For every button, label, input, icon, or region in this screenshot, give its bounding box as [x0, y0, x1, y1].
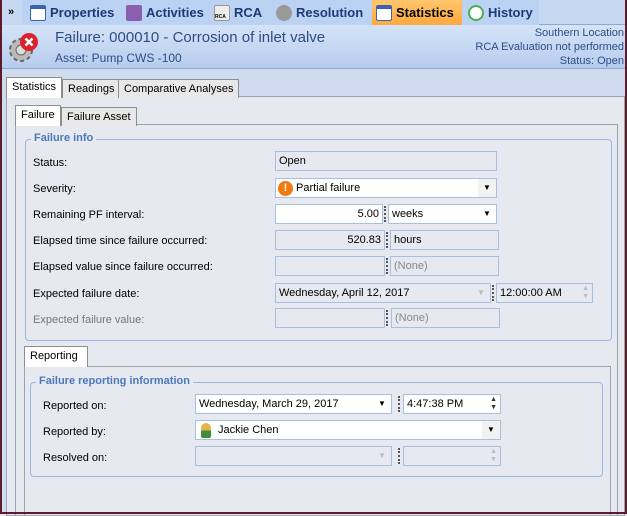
pf-unit-select[interactable]: weeks ▼ [388, 204, 497, 224]
tab-rca[interactable]: RCA RCA [210, 0, 266, 25]
splitter-handle[interactable] [386, 258, 388, 274]
expected-value-field [275, 308, 385, 328]
tab-properties[interactable]: Properties [26, 0, 118, 25]
splitter-handle[interactable] [386, 310, 388, 326]
collapse-chevron-icon[interactable]: » [0, 0, 22, 25]
chevron-down-icon[interactable]: ▼ [373, 395, 391, 413]
tab-failure-asset[interactable]: Failure Asset [61, 107, 137, 126]
elapsed-value-field [275, 256, 385, 276]
chevron-down-icon[interactable]: ▼ [478, 179, 496, 197]
severity-label: Severity: [33, 183, 76, 195]
tab-activities[interactable]: Activities [122, 0, 208, 25]
pf-interval-label: Remaining PF interval: [33, 209, 145, 221]
spinner-icon[interactable]: ▲ ▼ [490, 396, 497, 412]
elapsed-time-label: Elapsed time since failure occurred: [33, 235, 208, 247]
expected-date-field: Wednesday, April 12, 2017 ▼ [275, 283, 491, 303]
elapsed-value-unit: (None) [390, 256, 499, 276]
toolbar: » Properties Activities RCA RCA Resolutio… [0, 0, 627, 25]
warning-icon: ! [278, 181, 293, 196]
rca-status: RCA Evaluation not performed [475, 41, 624, 53]
tab-history[interactable]: History [464, 0, 537, 25]
chevron-down-icon: ▼ [378, 451, 386, 460]
chevron-down-icon[interactable]: ▼ [478, 205, 496, 223]
tab-failure[interactable]: Failure [15, 105, 61, 126]
properties-icon [30, 4, 46, 21]
resolved-on-label: Resolved on: [43, 452, 108, 464]
reported-by-select[interactable]: Jackie Chen ▼ [195, 420, 501, 440]
failure-error-icon [9, 33, 38, 62]
resolved-on-time-input: ▲ ▼ [403, 446, 501, 466]
tab-readings[interactable]: Readings [62, 79, 121, 98]
splitter-handle[interactable] [398, 448, 400, 464]
splitter-handle[interactable] [386, 232, 388, 248]
group-title: Failure reporting information [36, 375, 193, 387]
severity-select[interactable]: ! Partial failure ▼ [275, 178, 497, 198]
asset-name: Asset: Pump CWS -100 [55, 51, 182, 65]
spinner-icon: ▲ ▼ [582, 285, 589, 300]
splitter-handle[interactable] [398, 396, 400, 412]
clock-icon [468, 4, 484, 21]
tab-reporting[interactable]: Reporting [24, 346, 88, 367]
expected-time-field: 12:00:00 AM ▲ ▼ [496, 283, 593, 303]
reported-on-label: Reported on: [43, 400, 107, 412]
tab-statistics-main[interactable]: Statistics [6, 77, 63, 98]
reported-by-label: Reported by: [43, 426, 106, 438]
expected-value-unit: (None) [391, 308, 500, 328]
tab-resolution[interactable]: Resolution [272, 0, 367, 25]
activities-icon [126, 4, 142, 21]
chevron-down-icon: ▼ [477, 288, 485, 297]
failure-header: Failure: 000010 - Corrosion of inlet val… [0, 25, 627, 69]
expected-value-label: Expected failure value: [33, 314, 145, 326]
splitter-handle[interactable] [384, 206, 386, 222]
pf-interval-input[interactable]: 5.00 [275, 204, 383, 224]
group-title: Failure info [31, 132, 97, 144]
splitter-handle[interactable] [492, 285, 494, 301]
reported-on-time-input[interactable]: 4:47:38 PM ▲ ▼ [403, 394, 501, 414]
chevron-down-icon[interactable]: ▼ [482, 421, 500, 439]
rca-icon: RCA [214, 4, 230, 21]
elapsed-time-unit: hours [390, 230, 499, 250]
page-title: Failure: 000010 - Corrosion of inlet val… [55, 29, 326, 46]
status-label: Status: [33, 157, 68, 169]
status-text: Status: Open [559, 55, 624, 67]
resolved-on-date-picker: ▼ [195, 446, 392, 466]
elapsed-value-label: Elapsed value since failure occurred: [33, 261, 213, 273]
reported-on-date-picker[interactable]: Wednesday, March 29, 2017 ▼ [195, 394, 392, 414]
statistics-icon [376, 4, 392, 21]
location: Southern Location [534, 27, 624, 39]
elapsed-time-field: 520.83 [275, 230, 385, 250]
tab-statistics[interactable]: Statistics [372, 0, 462, 25]
tab-comparative-analyses[interactable]: Comparative Analyses [118, 79, 240, 98]
user-icon [201, 423, 211, 438]
gear-check-icon [276, 4, 292, 21]
spinner-icon: ▲ ▼ [490, 448, 497, 463]
status-field: Open [275, 151, 497, 171]
expected-date-label: Expected failure date: [33, 288, 140, 300]
